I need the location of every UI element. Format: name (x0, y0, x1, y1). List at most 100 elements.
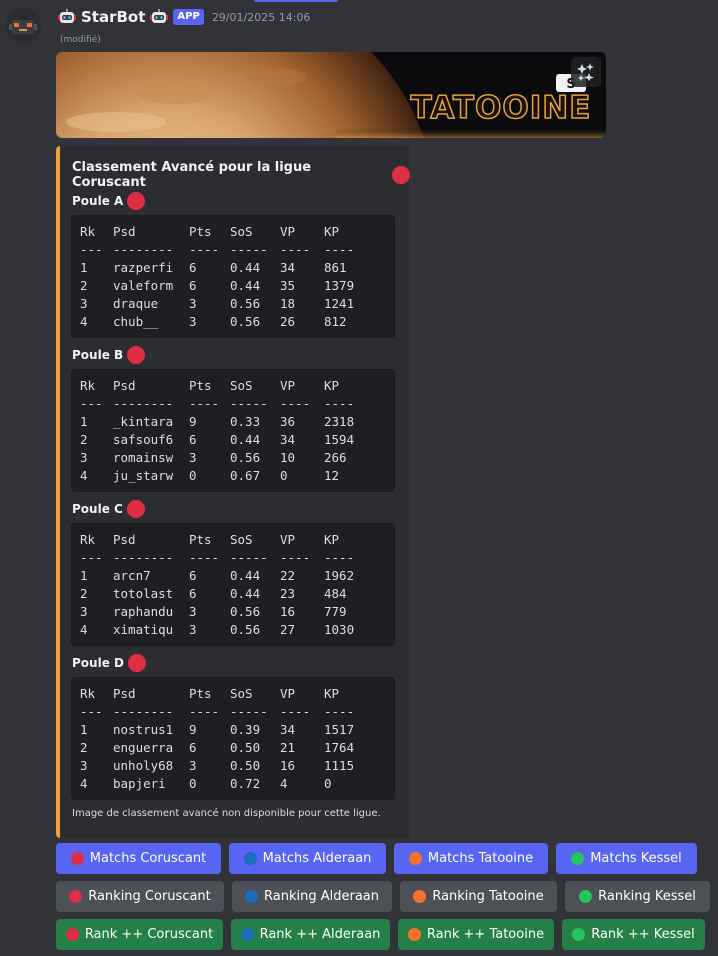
table-row: 2 enguerra 6 0.50 21 1764 (80, 739, 394, 757)
table-cell: raphandu (113, 604, 174, 619)
sparkle-icon (577, 63, 594, 81)
embed-title-text: Classement Avancé pour la ligue Coruscan… (72, 160, 312, 190)
table-cell: Psd (113, 378, 136, 393)
table-cell: --- (80, 704, 103, 719)
table-row: 2 totolast 6 0.44 23 484 (80, 585, 394, 603)
table-cell: 4 (80, 468, 88, 483)
table-cell: 3 (80, 758, 88, 773)
ranking-coruscant-button[interactable]: Ranking Coruscant (56, 881, 224, 912)
message-header: StarBot APP 29/01/2025 14:06 (58, 6, 310, 28)
table-cell: 1517 (324, 722, 355, 737)
embed-footer: Image de classement avancé non disponibl… (72, 808, 381, 819)
table-row: 2 safsouf6 6 0.44 34 1594 (80, 431, 394, 449)
rank-plus-kessel-button[interactable]: Rank ++ Kessel (562, 919, 705, 950)
table-cell: Pts (189, 686, 212, 701)
table-cell: 2 (80, 278, 88, 293)
table-cell: 6 (189, 260, 197, 275)
table-cell: --- (80, 396, 103, 411)
table-cell: 9 (189, 414, 197, 429)
rank-plus-alderaan-button[interactable]: Rank ++ Alderaan (231, 919, 390, 950)
rank-plus-tatooine-button[interactable]: Rank ++ Tatooine (398, 919, 554, 950)
ranking-embed: Classement Avancé pour la ligue Coruscan… (56, 146, 410, 838)
table-cell: 1764 (324, 740, 355, 755)
image-menu-button[interactable] (571, 57, 601, 87)
table-cell: 6 (189, 278, 197, 293)
table-row: 3 raphandu 3 0.56 16 779 (80, 603, 394, 621)
table-cell: ---- (280, 396, 311, 411)
table-cell: 3 (189, 622, 197, 637)
button-label: Ranking Kessel (598, 889, 696, 904)
table-cell: 0 (189, 468, 197, 483)
table-cell: ---- (324, 396, 355, 411)
red-circle-icon (69, 890, 83, 903)
matchs-kessel-button[interactable]: Matchs Kessel (556, 843, 697, 874)
ranking-tatooine-button[interactable]: Ranking Tatooine (400, 881, 557, 912)
table-cell: 2 (80, 432, 88, 447)
table-row: 3 draque 3 0.56 18 1241 (80, 295, 394, 313)
tatooine-banner-image[interactable]: S TATOOINE (56, 52, 606, 138)
poule-title-text: Poule A (72, 194, 124, 208)
table-cell: 0.44 (230, 586, 261, 601)
poule-d-table: Rk Psd Pts SoS VP KP --- -------- ---- ----- ---- -… (71, 677, 395, 800)
message-timestamp[interactable]: 29/01/2025 14:06 (212, 11, 311, 24)
table-cell: 22 (280, 568, 296, 583)
table-cell: 861 (324, 260, 347, 275)
robot-avatar-icon (5, 8, 41, 44)
matchs-tatooine-button[interactable]: Matchs Tatooine (394, 843, 548, 874)
table-cell: totolast (113, 586, 174, 601)
red-circle-icon (65, 928, 79, 941)
table-header-row: Rk Psd Pts SoS VP KP (80, 531, 394, 549)
bot-username[interactable]: StarBot (81, 8, 145, 26)
table-cell: 266 (324, 450, 347, 465)
matchs-coruscant-button[interactable]: Matchs Coruscant (56, 843, 221, 874)
table-cell: VP (280, 532, 296, 547)
blue-circle-icon (245, 890, 258, 903)
table-cell: 34 (280, 432, 296, 447)
table-cell: VP (280, 224, 296, 239)
table-separator-row: --- -------- ---- ----- ---- ---- (80, 703, 394, 721)
poule-d-title: Poule D (72, 654, 146, 672)
table-cell: Psd (113, 686, 136, 701)
table-cell: 35 (280, 278, 296, 293)
table-cell: KP (324, 378, 340, 393)
button-label: Rank ++ Kessel (591, 927, 695, 942)
button-label: Matchs Coruscant (89, 851, 207, 866)
table-cell: 4 (280, 776, 288, 791)
table-cell: ---- (324, 242, 355, 257)
table-cell: ---- (189, 242, 220, 257)
ranking-kessel-button[interactable]: Ranking Kessel (565, 881, 710, 912)
poule-c-title: Poule C (72, 500, 145, 518)
table-cell: 9 (189, 722, 197, 737)
table-cell: Pts (189, 224, 212, 239)
table-cell: 0.56 (230, 450, 261, 465)
table-cell: 1594 (324, 432, 355, 447)
table-cell: valeform (113, 278, 174, 293)
table-cell: --- (80, 550, 103, 565)
table-cell: 0.39 (230, 722, 261, 737)
table-cell: unholy68 (113, 758, 174, 773)
poule-title-text: Poule C (72, 502, 123, 516)
table-cell: 21 (280, 740, 296, 755)
table-cell: 2 (80, 740, 88, 755)
table-cell: 4 (80, 622, 88, 637)
matchs-alderaan-button[interactable]: Matchs Alderaan (229, 843, 386, 874)
table-cell: 0 (324, 776, 332, 791)
ranking-alderaan-button[interactable]: Ranking Alderaan (232, 881, 392, 912)
unread-indicator (254, 0, 338, 2)
table-row: 1 nostrus1 9 0.39 34 1517 (80, 721, 394, 739)
banner-title: TATOOINE (410, 89, 592, 127)
poule-a-title: Poule A (72, 192, 146, 210)
table-cell: 0 (189, 776, 197, 791)
table-cell: 3 (189, 296, 197, 311)
table-cell: 3 (189, 450, 197, 465)
rank-plus-coruscant-button[interactable]: Rank ++ Coruscant (56, 919, 223, 950)
blue-circle-icon (243, 852, 257, 865)
table-cell: Rk (80, 378, 96, 393)
table-row: 4 ju_starw 0 0.67 0 12 (80, 467, 394, 485)
poule-b-table: Rk Psd Pts SoS VP KP --- -------- ---- ----- ---- -… (71, 369, 395, 492)
table-cell: 3 (80, 604, 88, 619)
table-separator-row: --- -------- ---- ----- ---- ---- (80, 395, 394, 413)
table-cell: Psd (113, 532, 136, 547)
table-cell: 0.44 (230, 568, 261, 583)
bot-avatar[interactable] (5, 8, 41, 44)
